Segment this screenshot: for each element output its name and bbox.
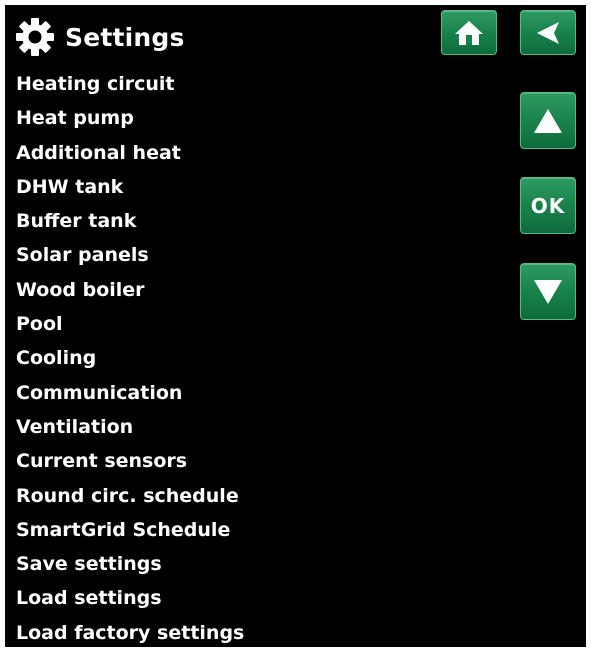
- menu-item[interactable]: Cooling: [16, 341, 244, 375]
- menu-item[interactable]: Round circ. schedule: [16, 479, 244, 513]
- home-icon: [455, 20, 483, 45]
- menu-item[interactable]: Save settings: [16, 547, 244, 581]
- settings-menu: Heating circuit Heat pump Additional heat D…: [16, 67, 244, 647]
- gear-icon: [16, 18, 54, 56]
- menu-item[interactable]: Solar panels: [16, 238, 244, 272]
- menu-item[interactable]: Load settings: [16, 581, 244, 615]
- menu-item[interactable]: Heating circuit: [16, 67, 244, 101]
- menu-item[interactable]: Pool: [16, 307, 244, 341]
- menu-item[interactable]: Current sensors: [16, 444, 244, 478]
- menu-item[interactable]: Communication: [16, 376, 244, 410]
- menu-item[interactable]: Heat pump: [16, 101, 244, 135]
- home-button[interactable]: [441, 10, 497, 55]
- title-bar: Settings: [15, 17, 185, 57]
- menu-item[interactable]: DHW tank: [16, 170, 244, 204]
- settings-screen: Settings Heating circuit Heat pump Additio…: [5, 5, 586, 647]
- page-title: Settings: [65, 22, 185, 52]
- menu-item[interactable]: Load factory settings: [16, 616, 244, 647]
- menu-item[interactable]: Additional heat: [16, 136, 244, 170]
- scroll-up-button[interactable]: [520, 92, 576, 149]
- ok-button[interactable]: OK: [520, 177, 576, 234]
- back-button[interactable]: [520, 10, 576, 55]
- menu-item[interactable]: SmartGrid Schedule: [16, 513, 244, 547]
- menu-item[interactable]: Ventilation: [16, 410, 244, 444]
- menu-item[interactable]: Buffer tank: [16, 204, 244, 238]
- down-arrow-icon: [534, 279, 562, 304]
- menu-item[interactable]: Wood boiler: [16, 273, 244, 307]
- up-arrow-icon: [534, 108, 562, 133]
- scroll-down-button[interactable]: [520, 263, 576, 320]
- back-arrow-icon: [537, 21, 559, 44]
- ok-label: OK: [530, 193, 566, 218]
